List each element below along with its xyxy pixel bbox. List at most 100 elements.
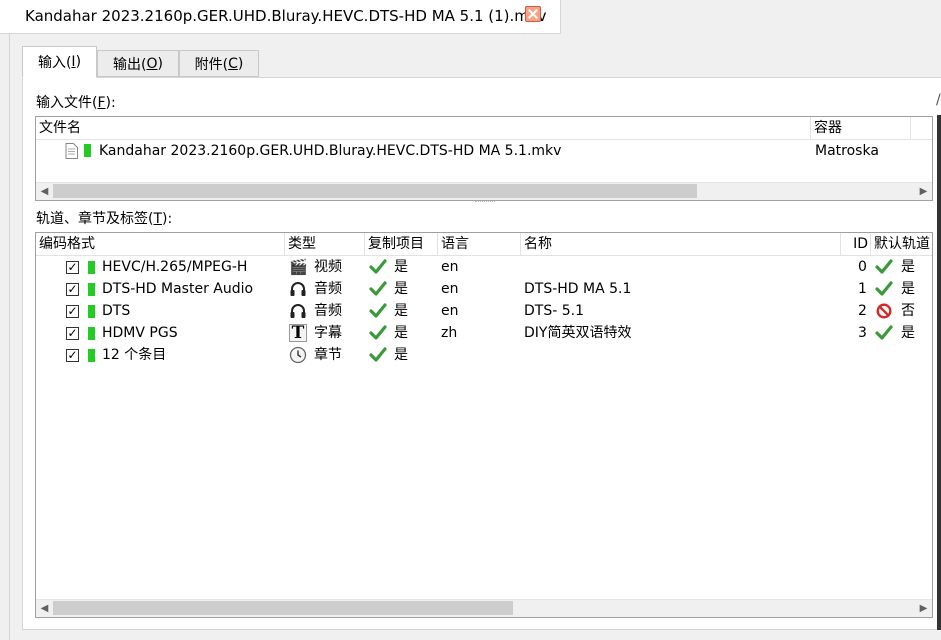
checkmark-icon — [369, 259, 387, 274]
scroll-right-icon[interactable]: ▶ — [915, 600, 932, 617]
headphones-icon — [290, 282, 306, 296]
track-type: 音频 — [314, 281, 342, 297]
tab-attachments-suffix: ) — [237, 55, 244, 72]
file-name: Kandahar 2023.2160p.GER.UHD.Bluray.HEVC.… — [99, 143, 562, 159]
tracks-hscroll[interactable]: ◀ ▶ — [36, 599, 932, 617]
track-type: 音频 — [314, 303, 342, 319]
column-codec[interactable]: 编码格式 — [36, 233, 285, 255]
scroll-left-icon[interactable]: ◀ — [36, 600, 53, 617]
tab-attachments-prefix: 附件( — [194, 56, 229, 73]
column-type[interactable]: 类型 — [285, 233, 365, 255]
track-name: DIY简英双语特效 — [524, 325, 632, 341]
track-copy: 是 — [394, 303, 408, 319]
column-default[interactable]: 默认轨道 — [871, 233, 932, 255]
track-copy: 是 — [394, 325, 408, 341]
track-codec: 12 个条目 — [102, 347, 167, 363]
column-copy[interactable]: 复制项目 — [365, 233, 438, 255]
tab-input[interactable]: 输入(I) — [22, 46, 97, 78]
status-indicator — [88, 349, 95, 362]
track-default: 是 — [901, 259, 915, 275]
track-codec: DTS — [102, 303, 131, 319]
track-default: 否 — [901, 303, 915, 319]
scroll-thumb[interactable] — [53, 601, 513, 615]
tracks-label: 轨道、章节及标签(T): — [36, 208, 172, 228]
input-files-header: 文件名 容器 — [36, 117, 932, 140]
right-edge-strip — [937, 115, 941, 630]
column-id[interactable]: ID — [841, 233, 871, 255]
column-filename[interactable]: 文件名 — [36, 117, 811, 139]
tab-output-suffix: ) — [157, 55, 163, 72]
input-files-label-prefix: 输入文件( — [36, 95, 98, 111]
checkmark-icon — [369, 303, 387, 318]
prohibited-icon — [876, 303, 892, 319]
tab-attachments[interactable]: 附件(C) — [179, 50, 259, 77]
track-copy: 是 — [394, 347, 408, 363]
close-icon[interactable] — [525, 6, 541, 22]
track-name: DTS-HD MA 5.1 — [524, 281, 632, 297]
track-language: zh — [441, 325, 458, 341]
text-icon: T — [289, 324, 307, 342]
track-copy: 是 — [394, 259, 408, 275]
document-tab-title: Kandahar 2023.2160p.GER.UHD.Bluray.HEVC.… — [25, 7, 547, 25]
input-files-hscroll[interactable]: ◀ ▶ — [36, 182, 932, 200]
tracks-list[interactable]: 编码格式 类型 复制项目 语言 名称 ID 默认轨道 ✓ HEVC/H.265/… — [35, 232, 933, 618]
status-indicator — [84, 144, 91, 157]
tab-output-key: O — [146, 55, 158, 72]
input-files-label-key: F — [97, 95, 106, 111]
track-language: en — [441, 281, 459, 297]
input-files-label: 输入文件(F): — [36, 92, 116, 112]
checkmark-icon — [369, 281, 387, 296]
track-checkbox[interactable]: ✓ — [66, 349, 79, 362]
track-checkbox[interactable]: ✓ — [66, 305, 79, 318]
scroll-left-icon[interactable]: ◀ — [36, 183, 53, 200]
track-id: 3 — [858, 325, 867, 341]
tracks-label-prefix: 轨道、章节及标签( — [36, 211, 154, 227]
left-edge — [0, 34, 10, 640]
checkmark-icon — [875, 325, 893, 340]
tracks-label-suffix: ): — [162, 211, 173, 227]
checkmark-icon — [369, 325, 387, 340]
track-default: 是 — [901, 325, 915, 341]
track-checkbox[interactable]: ✓ — [66, 283, 79, 296]
track-checkbox[interactable]: ✓ — [66, 327, 79, 340]
track-codec: HEVC/H.265/MPEG-H — [102, 259, 248, 275]
track-checkbox[interactable]: ✓ — [66, 261, 79, 274]
status-indicator — [88, 327, 95, 340]
film-icon: 🎬 — [289, 258, 308, 276]
track-codec: HDMV PGS — [102, 325, 178, 341]
track-id: 1 — [858, 281, 867, 297]
column-language[interactable]: 语言 — [438, 233, 521, 255]
track-type: 字幕 — [314, 325, 342, 341]
scroll-right-icon[interactable]: ▶ — [915, 183, 932, 200]
checkmark-icon — [369, 347, 387, 362]
track-id: 2 — [858, 303, 867, 319]
input-files-list[interactable]: 文件名 容器 Kandahar 2023.2160p.GER.UHD.Blura… — [35, 116, 933, 201]
track-codec: DTS-HD Master Audio — [102, 281, 254, 297]
column-name[interactable]: 名称 — [521, 233, 841, 255]
checkmark-icon — [875, 259, 893, 274]
track-id: 0 — [858, 259, 867, 275]
track-type: 章节 — [314, 347, 342, 363]
track-copy: 是 — [394, 281, 408, 297]
scroll-thumb[interactable] — [53, 184, 697, 198]
track-language: en — [441, 303, 459, 319]
status-indicator — [88, 261, 95, 274]
clock-icon — [289, 346, 307, 364]
column-container[interactable]: 容器 — [811, 117, 911, 139]
splitter-handle[interactable] — [475, 201, 495, 205]
status-indicator — [88, 283, 95, 296]
tracks-header: 编码格式 类型 复制项目 语言 名称 ID 默认轨道 — [36, 233, 932, 256]
track-name: DTS- 5.1 — [524, 303, 584, 319]
tab-attachments-key: C — [228, 55, 238, 72]
tracks-label-key: T — [153, 211, 163, 227]
file-icon — [65, 143, 78, 159]
headphones-icon — [290, 304, 306, 318]
track-type: 视频 — [314, 259, 342, 275]
track-language: en — [441, 259, 459, 275]
tab-output[interactable]: 输出(O) — [97, 50, 179, 77]
track-default: 是 — [901, 281, 915, 297]
checkmark-icon — [875, 281, 893, 296]
right-edge-label: / — [936, 92, 941, 108]
document-tab[interactable]: Kandahar 2023.2160p.GER.UHD.Bluray.HEVC.… — [0, 0, 561, 34]
file-container: Matroska — [815, 143, 879, 159]
